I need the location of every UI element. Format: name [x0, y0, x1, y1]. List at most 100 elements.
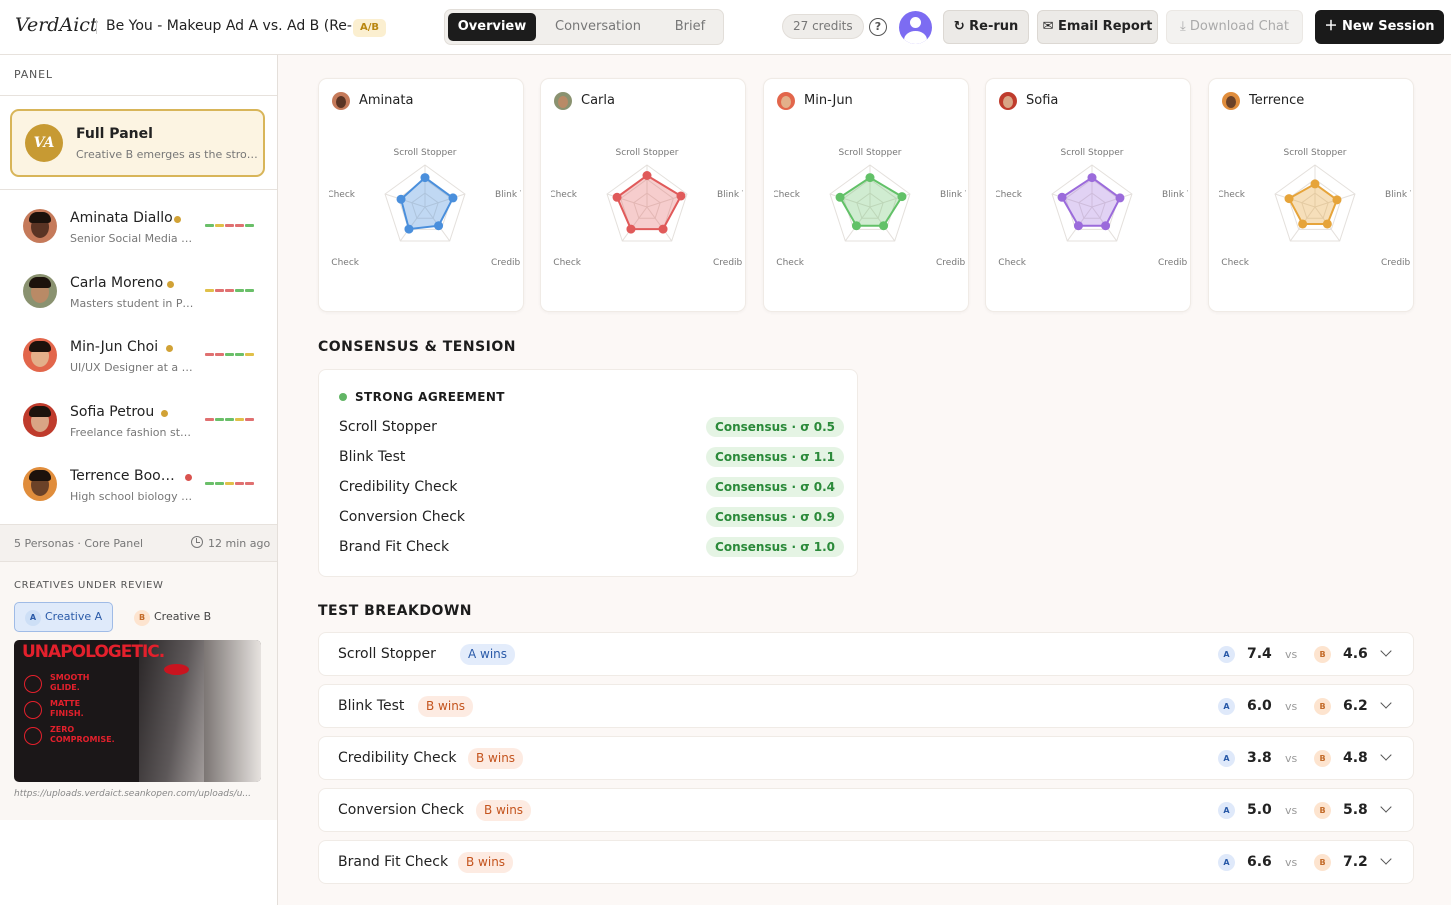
- radar-point: [676, 191, 686, 201]
- ad-headline: UNAPOLOGETIC.: [22, 642, 165, 662]
- model-hair: [204, 640, 261, 782]
- test-row[interactable]: Conversion Check B wins A 5.0 vs B 5.8: [318, 788, 1414, 832]
- creative-b-tab[interactable]: B Creative B: [123, 602, 223, 632]
- score-b: 4.8: [1343, 750, 1368, 766]
- test-row[interactable]: Blink Test B wins A 6.0 vs B 6.2: [318, 684, 1414, 728]
- radar-series-area: [399, 176, 455, 231]
- persona-role: Masters student in Pu...: [70, 296, 195, 310]
- status-dot: [161, 409, 168, 417]
- creative-b-chip: B: [1314, 750, 1331, 767]
- full-panel-summary: Creative B emerges as the strong...: [76, 148, 258, 161]
- radar-axis-label: Scroll Stopper: [1284, 148, 1347, 158]
- chevron-down-icon[interactable]: [1380, 645, 1392, 657]
- top-bar: VerdAict Be You - Makeup Ad A vs. Ad B (…: [0, 0, 1451, 55]
- status-dot: [167, 280, 174, 288]
- lips-icon: [24, 675, 42, 693]
- creatives-section: CREATIVES UNDER REVIEW A Creative A B Crea…: [0, 562, 277, 820]
- persona-item[interactable]: Terrence Book... High school biology te..…: [0, 457, 277, 517]
- consensus-badge: Consensus · σ 0.5: [706, 417, 844, 437]
- test-row[interactable]: Scroll Stopper A wins A 7.4 vs B 4.6: [318, 632, 1414, 676]
- radar-point: [626, 224, 636, 234]
- persona-item[interactable]: Aminata Diallo Senior Social Media Ma...: [0, 199, 277, 259]
- creative-b-chip: B: [1314, 698, 1331, 715]
- full-panel-card[interactable]: VA Full Panel Creative B emerges as the …: [10, 109, 265, 177]
- radar-point: [865, 173, 875, 183]
- test-row[interactable]: Credibility Check B wins A 3.8 vs B 4.8: [318, 736, 1414, 780]
- radar-axis-label: d Fit Check: [1219, 190, 1246, 200]
- radar-axis-label: d Fit Check: [329, 190, 356, 200]
- versus-label: vs: [1285, 804, 1298, 817]
- persona-avatar: [23, 273, 57, 308]
- persona-name: Sofia: [1026, 93, 1059, 108]
- score-b: 6.2: [1343, 698, 1368, 714]
- score-bars: [205, 288, 254, 292]
- radar-point: [1087, 173, 1097, 183]
- persona-radar-card[interactable]: Sofia Scroll Stopper Blink Test Credibility…: [985, 78, 1191, 312]
- winner-badge: B wins: [418, 696, 474, 717]
- status-dot: [174, 216, 181, 223]
- rerun-button[interactable]: ↻ Re-run: [943, 10, 1029, 44]
- download-chat-button[interactable]: ⤓ Download Chat: [1166, 10, 1303, 44]
- radar-axis-label: d Fit Check: [551, 190, 578, 200]
- radar-axis-label: d Fit Check: [774, 190, 801, 200]
- persona-role: UI/UX Designer at a mo...: [70, 361, 195, 374]
- creative-a-chip: A: [25, 610, 41, 626]
- radar-point: [642, 171, 652, 180]
- user-avatar[interactable]: [899, 11, 932, 44]
- persona-radar-card[interactable]: Min-Jun Scroll Stopper Blink Test Credibili…: [763, 78, 969, 312]
- panel-footer: 5 Personas · Core Panel 12 min ago: [0, 524, 277, 562]
- chevron-down-icon[interactable]: [1380, 697, 1392, 709]
- tab-brief[interactable]: Brief: [655, 13, 725, 41]
- versus-label: vs: [1285, 648, 1298, 661]
- score-b: 4.6: [1343, 646, 1368, 662]
- app-logo[interactable]: VerdAict: [15, 14, 98, 36]
- test-row[interactable]: Brand Fit Check B wins A 6.6 vs B 7.2: [318, 840, 1414, 884]
- radar-axis-label: onversion Check: [1219, 258, 1250, 268]
- radar-series-area: [838, 176, 904, 227]
- radar-point: [404, 224, 414, 234]
- creative-a-chip: A: [1218, 854, 1235, 871]
- persona-item[interactable]: Sofia Petrou Freelance fashion styli...: [0, 393, 277, 453]
- radar-axis-label: d Fit Check: [996, 190, 1023, 200]
- creatives-label: CREATIVES UNDER REVIEW: [14, 580, 164, 591]
- help-icon[interactable]: ?: [869, 18, 887, 36]
- title-separator: [96, 20, 97, 34]
- creative-a-tab[interactable]: A Creative A: [14, 602, 113, 632]
- consensus-badge: Consensus · σ 0.4: [706, 477, 844, 497]
- email-report-button[interactable]: ✉ Email Report: [1037, 10, 1158, 44]
- score-b: 7.2: [1343, 854, 1368, 870]
- persona-item[interactable]: Min-Jun Choi UI/UX Designer at a mo...: [0, 328, 277, 388]
- tab-overview[interactable]: Overview: [448, 13, 536, 41]
- radar-point: [658, 224, 668, 234]
- credits-badge: 27 credits: [782, 14, 864, 39]
- radar-point: [1073, 221, 1083, 231]
- persona-item[interactable]: Carla Moreno Masters student in Pu...: [0, 264, 277, 324]
- consensus-row: Conversion Check Consensus · σ 0.9: [339, 507, 844, 529]
- chevron-down-icon[interactable]: [1380, 853, 1392, 865]
- check-icon: [24, 727, 42, 745]
- creative-image[interactable]: UNAPOLOGETIC. SMOOTH GLIDE. MATTE FINISH…: [14, 640, 261, 782]
- chevron-down-icon[interactable]: [1380, 749, 1392, 761]
- persona-radar-card[interactable]: Aminata Scroll Stopper Blink Test Credibili…: [318, 78, 524, 312]
- creative-b-chip: B: [1314, 854, 1331, 871]
- persona-name: Min-Jun: [804, 93, 853, 108]
- test-name: Brand Fit Check: [338, 854, 449, 870]
- persona-avatar: [999, 92, 1017, 110]
- radar-point: [1101, 221, 1111, 231]
- ad-claims: SMOOTH GLIDE. MATTE FINISH. ZERO COMPROM…: [24, 673, 134, 751]
- radar-axis-label: Scroll Stopper: [839, 148, 902, 158]
- tab-conversation[interactable]: Conversation: [541, 13, 655, 41]
- creative-url[interactable]: https://uploads.verdaict.seankopen.com/u…: [14, 789, 264, 799]
- consensus-row: Brand Fit Check Consensus · σ 1.0: [339, 537, 844, 559]
- consensus-badge: Consensus · σ 0.9: [706, 507, 844, 527]
- radar-point: [1115, 193, 1125, 203]
- test-name: Conversion Check: [339, 509, 466, 525]
- chevron-down-icon[interactable]: [1380, 801, 1392, 813]
- test-name: Credibility Check: [338, 750, 457, 766]
- creative-a-chip: A: [1218, 802, 1235, 819]
- persona-radar-card[interactable]: Terrence Scroll Stopper Blink Test Credibil…: [1208, 78, 1414, 312]
- persona-radar-card[interactable]: Carla Scroll Stopper Blink Test Credibility…: [540, 78, 746, 312]
- test-name: Blink Test: [338, 698, 405, 714]
- radar-axis-label: onversion Check: [551, 258, 582, 268]
- new-session-button[interactable]: ＋ New Session: [1315, 10, 1444, 44]
